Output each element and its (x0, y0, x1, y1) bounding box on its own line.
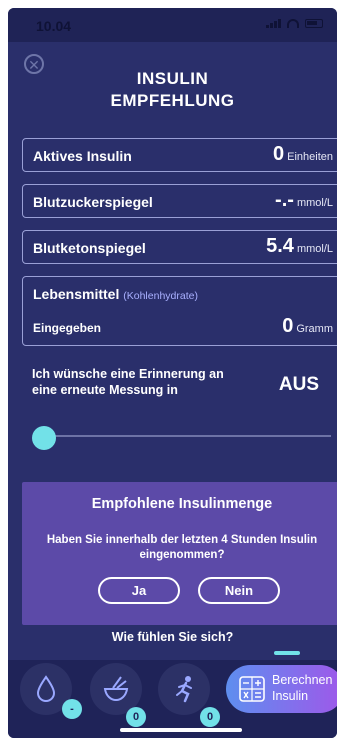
blood-sugar-value: -.- (275, 189, 294, 211)
blood-sugar-unit: mmol/L (296, 197, 333, 209)
recommendation-panel: Empfohlene Insulinmenge Haben Sie innerh… (22, 482, 337, 625)
active-insulin-label: Aktives Insulin (33, 148, 132, 164)
blood-ketone-value: 5.4 (266, 235, 294, 257)
active-insulin-card: Aktives Insulin 0 Einheiten (22, 138, 337, 172)
food-unit: Gramm (296, 323, 333, 335)
blood-sugar-label: Blutzuckerspiegel (33, 194, 153, 210)
calculate-insulin-label: Berechnen Insulin (272, 672, 332, 704)
food-badge: 0 (126, 707, 146, 727)
battery-icon (305, 18, 323, 28)
food-value: 0 (282, 315, 294, 337)
page-title-line2: EMPFEHLUNG (110, 91, 235, 110)
reminder-slider-thumb[interactable] (32, 426, 56, 450)
recommendation-question: Haben Sie innerhalb der letzten 4 Stunde… (46, 534, 318, 561)
reminder-label: Ich wünsche eine Erinnerung an eine erne… (32, 367, 224, 397)
activity-badge: 0 (200, 707, 220, 727)
calculator-icon (239, 676, 265, 702)
blood-drop-button[interactable]: - (20, 663, 82, 719)
active-insulin-value: 0 (273, 143, 285, 165)
running-icon (176, 676, 192, 703)
food-label: Lebensmittel (33, 286, 120, 302)
status-bar: 10.04 (8, 8, 337, 42)
home-indicator (120, 728, 242, 732)
recommendation-title: Empfohlene Insulinmenge (91, 496, 273, 512)
food-label-group: Lebensmittel (Kohlenhydrate) (33, 286, 198, 302)
signal-icon (266, 18, 281, 28)
calculate-line2: Insulin (272, 689, 309, 703)
food-entered-label: Eingegeben (33, 321, 102, 335)
yes-button[interactable]: Ja (98, 577, 180, 604)
blood-ketone-card[interactable]: Blutketonspiegel 5.4 mmol/L (22, 230, 337, 264)
food-value-group: 0 Gramm (282, 315, 333, 338)
calculate-insulin-button[interactable]: Berechnen Insulin (226, 665, 337, 713)
active-insulin-unit: Einheiten (287, 151, 333, 163)
status-icons (266, 18, 323, 28)
bottom-bar: - 0 0 Berechnen Insulin (8, 660, 337, 738)
feeling-prompt: Wie fühlen Sie sich? (111, 630, 234, 644)
blood-drop-badge: - (62, 699, 82, 719)
page-title-line1: INSULIN (136, 69, 209, 88)
no-button[interactable]: Nein (198, 577, 280, 604)
screen: 10.04 ✕ INSULIN EMPFEHLUNG Aktives Insul… (8, 8, 337, 738)
food-card[interactable]: Lebensmittel (Kohlenhydrate) Eingegeben … (22, 276, 337, 346)
active-insulin-value-group: 0 Einheiten (273, 143, 333, 166)
status-time: 10.04 (36, 18, 72, 34)
reminder-value: AUS (278, 374, 319, 395)
blood-sugar-card[interactable]: Blutzuckerspiegel -.- mmol/L (22, 184, 337, 218)
activity-button[interactable]: 0 (158, 663, 220, 727)
blood-ketone-unit: mmol/L (296, 243, 333, 255)
food-sublabel: (Kohlenhydrate) (123, 290, 198, 302)
page-title: INSULIN EMPFEHLUNG (8, 68, 337, 112)
blood-sugar-value-group: -.- mmol/L (275, 189, 333, 212)
wifi-icon (287, 18, 299, 28)
blood-ketone-value-group: 5.4 mmol/L (266, 235, 333, 258)
calculate-line1: Berechnen (272, 673, 333, 687)
blood-ketone-label: Blutketonspiegel (33, 240, 146, 256)
food-button[interactable]: 0 (90, 663, 146, 727)
reminder-slider-track[interactable] (44, 435, 331, 437)
handle-indicator (274, 651, 300, 655)
